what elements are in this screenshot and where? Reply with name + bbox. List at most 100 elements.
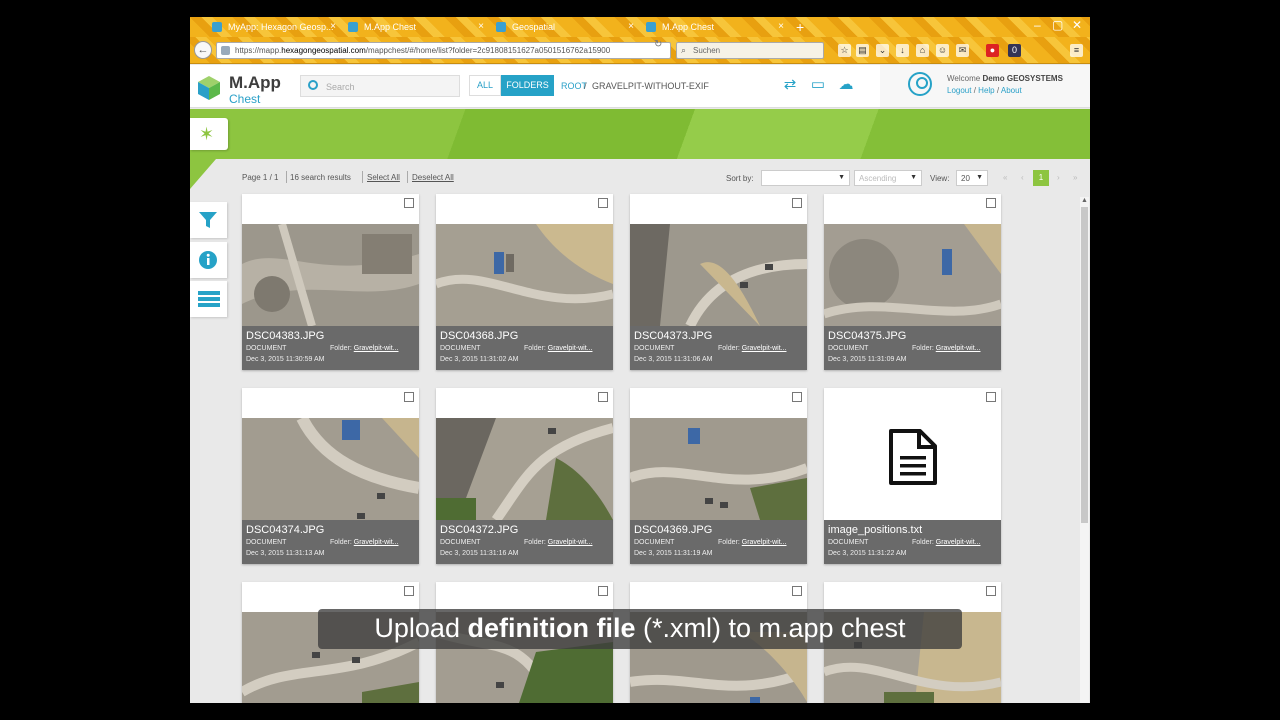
prev-page-button[interactable]: ‹	[1021, 173, 1024, 182]
sync-icon[interactable]: ⇄	[782, 77, 798, 93]
search-input[interactable]: Search	[300, 75, 460, 97]
document-icon[interactable]	[888, 428, 938, 486]
file-name[interactable]: DSC04375.JPG	[828, 330, 906, 342]
welcome-prefix: Welcome	[947, 74, 981, 83]
address-bar[interactable]: https://mapp.hexagongeospatial.com/mappc…	[216, 42, 671, 59]
info-button[interactable]	[190, 242, 227, 278]
image-thumbnail[interactable]	[242, 418, 419, 520]
logout-link[interactable]: Logout	[947, 86, 971, 95]
close-tab-icon[interactable]: ×	[628, 21, 634, 32]
card-checkbox[interactable]	[792, 198, 802, 208]
about-link[interactable]: About	[1001, 86, 1022, 95]
view-select[interactable]: 20	[956, 170, 988, 186]
card-checkbox[interactable]	[986, 198, 996, 208]
image-thumbnail[interactable]	[630, 418, 807, 520]
filter-button[interactable]	[190, 202, 227, 238]
minimize-icon[interactable]: –	[1034, 18, 1041, 32]
download-icon[interactable]: ↓	[896, 44, 909, 57]
file-card[interactable]: image_positions.txt DOCUMENT Folder: Gra…	[824, 388, 1001, 564]
card-checkbox[interactable]	[404, 586, 414, 596]
chat-icon[interactable]: ☺	[936, 44, 949, 57]
card-checkbox[interactable]	[986, 586, 996, 596]
file-card[interactable]: DSC04375.JPG DOCUMENT Folder: Gravelpit-…	[824, 194, 1001, 370]
folder-link[interactable]: Gravelpit-wit...	[548, 345, 593, 352]
file-card[interactable]: DSC04374.JPG DOCUMENT Folder: Gravelpit-…	[242, 388, 419, 564]
pocket-icon[interactable]: ⌄	[876, 44, 889, 57]
last-page-button[interactable]: »	[1073, 173, 1077, 182]
card-checkbox[interactable]	[598, 392, 608, 402]
upload-cloud-icon[interactable]: ☁	[838, 77, 854, 93]
file-name[interactable]: DSC04373.JPG	[634, 330, 712, 342]
card-checkbox[interactable]	[598, 198, 608, 208]
folder-link[interactable]: Gravelpit-wit...	[936, 539, 981, 546]
adblock-icon[interactable]: ●	[986, 44, 999, 57]
folder-link[interactable]: Gravelpit-wit...	[936, 345, 981, 352]
close-tab-icon[interactable]: ×	[478, 21, 484, 32]
card-checkbox[interactable]	[598, 586, 608, 596]
next-page-button[interactable]: ›	[1057, 173, 1060, 182]
file-name[interactable]: DSC04383.JPG	[246, 330, 324, 342]
file-card[interactable]: DSC04369.JPG DOCUMENT Folder: Gravelpit-…	[630, 388, 807, 564]
folder-link[interactable]: Gravelpit-wit...	[742, 539, 787, 546]
home-icon[interactable]: ⌂	[916, 44, 929, 57]
file-name[interactable]: image_positions.txt	[828, 524, 922, 536]
scroll-up-icon[interactable]: ▲	[1081, 197, 1088, 204]
first-page-button[interactable]: «	[1003, 173, 1007, 182]
image-thumbnail[interactable]	[242, 224, 419, 326]
card-checkbox[interactable]	[404, 198, 414, 208]
maximize-icon[interactable]: ▢	[1052, 18, 1063, 32]
close-tab-icon[interactable]: ×	[330, 21, 336, 32]
image-thumbnail[interactable]	[436, 224, 613, 326]
card-checkbox[interactable]	[792, 586, 802, 596]
file-name[interactable]: DSC04372.JPG	[440, 524, 518, 536]
folder-link[interactable]: Gravelpit-wit...	[548, 539, 593, 546]
filter-all-button[interactable]: ALL	[469, 75, 501, 96]
addon-icon[interactable]: ✉	[956, 44, 969, 57]
browser-tab-2[interactable]: M.App Chest ×	[340, 18, 488, 37]
file-card[interactable]: DSC04373.JPG DOCUMENT Folder: Gravelpit-…	[630, 194, 807, 370]
close-tab-icon[interactable]: ×	[778, 21, 784, 32]
filter-folders-button[interactable]: FOLDERS	[501, 75, 554, 96]
file-card[interactable]: DSC04368.JPG DOCUMENT Folder: Gravelpit-…	[436, 194, 613, 370]
file-date: Dec 3, 2015 11:31:09 AM	[828, 356, 907, 363]
help-link[interactable]: Help	[978, 86, 994, 95]
reload-icon[interactable]: ↻	[654, 39, 662, 50]
file-card[interactable]: DSC04372.JPG DOCUMENT Folder: Gravelpit-…	[436, 388, 613, 564]
file-name[interactable]: DSC04368.JPG	[440, 330, 518, 342]
image-thumbnail[interactable]	[436, 418, 613, 520]
sort-select[interactable]	[761, 170, 850, 186]
browser-tab-1[interactable]: MyApp: Hexagon Geosp... ×	[204, 18, 340, 37]
card-checkbox[interactable]	[404, 392, 414, 402]
banner-toggle-tab[interactable]: ✶	[190, 118, 228, 150]
file-name[interactable]: DSC04374.JPG	[246, 524, 324, 536]
file-name[interactable]: DSC04369.JPG	[634, 524, 712, 536]
menu-icon[interactable]: ≡	[1070, 44, 1083, 57]
list-view-button[interactable]	[190, 281, 227, 317]
current-page-button[interactable]: 1	[1033, 170, 1049, 186]
card-checkbox[interactable]	[792, 392, 802, 402]
card-checkbox[interactable]	[986, 392, 996, 402]
folder-label: Folder:	[330, 345, 352, 352]
scrollbar-thumb[interactable]	[1081, 207, 1088, 523]
map-icon[interactable]: ▭	[810, 77, 826, 93]
back-button[interactable]: ←	[194, 41, 212, 59]
select-all-link[interactable]: Select All	[367, 173, 400, 182]
clipboard-icon[interactable]: ▤	[856, 44, 869, 57]
file-card[interactable]: DSC04383.JPG DOCUMENT Folder: Gravelpit-…	[242, 194, 419, 370]
lock-icon	[221, 46, 230, 55]
browser-tab-4[interactable]: M.App Chest ×	[638, 18, 788, 37]
image-thumbnail[interactable]	[824, 224, 1001, 326]
close-window-icon[interactable]: ✕	[1072, 18, 1082, 32]
extension-icon[interactable]: 0	[1008, 44, 1021, 57]
folder-link[interactable]: Gravelpit-wit...	[354, 539, 399, 546]
order-select[interactable]: Ascending	[854, 170, 922, 186]
bookmark-star-icon[interactable]: ☆	[838, 44, 851, 57]
deselect-all-link[interactable]: Deselect All	[412, 173, 454, 182]
browser-search-input[interactable]: ⌕ Suchen	[676, 42, 824, 59]
avatar[interactable]	[908, 72, 932, 96]
new-tab-button[interactable]: +	[796, 19, 804, 35]
folder-link[interactable]: Gravelpit-wit...	[354, 345, 399, 352]
browser-tab-3[interactable]: Geospatial ×	[488, 18, 638, 37]
image-thumbnail[interactable]	[630, 224, 807, 326]
folder-link[interactable]: Gravelpit-wit...	[742, 345, 787, 352]
